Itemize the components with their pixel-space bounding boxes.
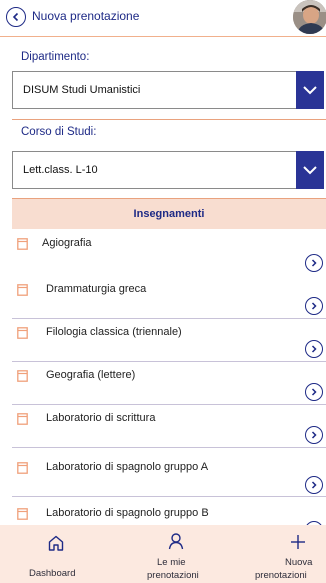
open-item-button[interactable] xyxy=(305,426,323,444)
book-icon xyxy=(17,284,28,296)
list-item-label: Agiografia xyxy=(42,237,92,249)
open-item-button[interactable] xyxy=(305,297,323,315)
chevron-right-icon xyxy=(311,259,317,267)
list-separator xyxy=(12,447,326,448)
divider xyxy=(12,119,326,120)
chevron-right-icon xyxy=(311,302,317,310)
list-separator xyxy=(12,318,326,319)
course-select[interactable]: Lett.class. L-10 xyxy=(12,151,324,189)
tab-dashboard[interactable]: Dashboard xyxy=(0,525,108,583)
course-value: Lett.class. L-10 xyxy=(23,164,98,176)
list-item-label: Laboratorio di spagnolo gruppo B xyxy=(46,507,209,519)
chevron-right-icon xyxy=(311,481,317,489)
department-value: DISUM Studi Umanistici xyxy=(23,84,141,96)
list-item[interactable]: Filologia classica (triennale) xyxy=(12,320,326,362)
chevron-down-icon xyxy=(303,86,317,95)
list-item[interactable]: Laboratorio di spagnolo gruppo B xyxy=(12,498,326,525)
list-separator xyxy=(12,361,326,362)
chevron-down-icon xyxy=(303,166,317,175)
book-icon xyxy=(17,370,28,382)
list-item-label: Drammaturgia greca xyxy=(46,283,147,295)
book-icon xyxy=(17,413,28,425)
list-item[interactable]: Drammaturgia greca xyxy=(12,277,326,319)
list-item[interactable]: Agiografia xyxy=(12,232,326,276)
department-dropdown-button[interactable] xyxy=(296,71,324,109)
list-item-label: Geografia (lettere) xyxy=(46,369,136,381)
back-button[interactable] xyxy=(6,7,26,27)
course-dropdown-button[interactable] xyxy=(296,151,324,189)
plus-icon xyxy=(291,535,305,549)
home-icon xyxy=(48,535,64,551)
tab-new-booking[interactable]: Nuova prenotazioni xyxy=(248,525,326,583)
tab-new-booking-label-line2: prenotazioni xyxy=(255,570,307,581)
chevron-left-icon xyxy=(12,12,19,22)
app-header: Nuova prenotazione xyxy=(0,0,326,37)
chevron-right-icon xyxy=(311,431,317,439)
list-item[interactable]: Geografia (lettere) xyxy=(12,363,326,405)
open-item-button[interactable] xyxy=(305,340,323,358)
department-label: Dipartimento: xyxy=(21,51,90,63)
tab-dashboard-label: Dashboard xyxy=(29,568,76,579)
list-item-label: Laboratorio di spagnolo gruppo A xyxy=(46,461,209,473)
tab-my-bookings-label-line2: prenotazioni xyxy=(147,570,199,581)
chevron-right-icon xyxy=(311,345,317,353)
list-separator xyxy=(12,496,326,497)
avatar[interactable] xyxy=(293,0,326,34)
open-item-button[interactable] xyxy=(305,383,323,401)
tab-new-booking-label-line1: Nuova xyxy=(285,557,313,568)
tab-my-bookings[interactable]: Le mie prenotazioni xyxy=(118,525,228,583)
book-icon xyxy=(17,508,28,520)
open-item-button[interactable] xyxy=(305,254,323,272)
book-icon xyxy=(17,327,28,339)
list-item[interactable]: Laboratorio di spagnolo gruppo A xyxy=(12,449,326,497)
course-label: Corso di Studi: xyxy=(21,126,97,138)
user-avatar-image xyxy=(293,0,326,34)
department-select[interactable]: DISUM Studi Umanistici xyxy=(12,71,324,109)
book-icon xyxy=(17,462,28,474)
list-header: Insegnamenti xyxy=(12,199,326,229)
open-item-button[interactable] xyxy=(305,476,323,494)
page-title: Nuova prenotazione xyxy=(32,9,140,23)
book-icon xyxy=(17,238,28,250)
list-item[interactable]: Laboratorio di scrittura xyxy=(12,406,326,448)
tab-my-bookings-label-line1: Le mie xyxy=(157,557,186,568)
bottom-tab-bar: Dashboard Le mie prenotazioni Nuova pren… xyxy=(0,525,326,583)
list-separator xyxy=(12,404,326,405)
user-icon xyxy=(168,533,184,550)
list-item-label: Filologia classica (triennale) xyxy=(46,326,182,338)
list-header-label: Insegnamenti xyxy=(133,208,205,220)
list-item-label: Laboratorio di scrittura xyxy=(46,412,156,424)
chevron-right-icon xyxy=(311,388,317,396)
